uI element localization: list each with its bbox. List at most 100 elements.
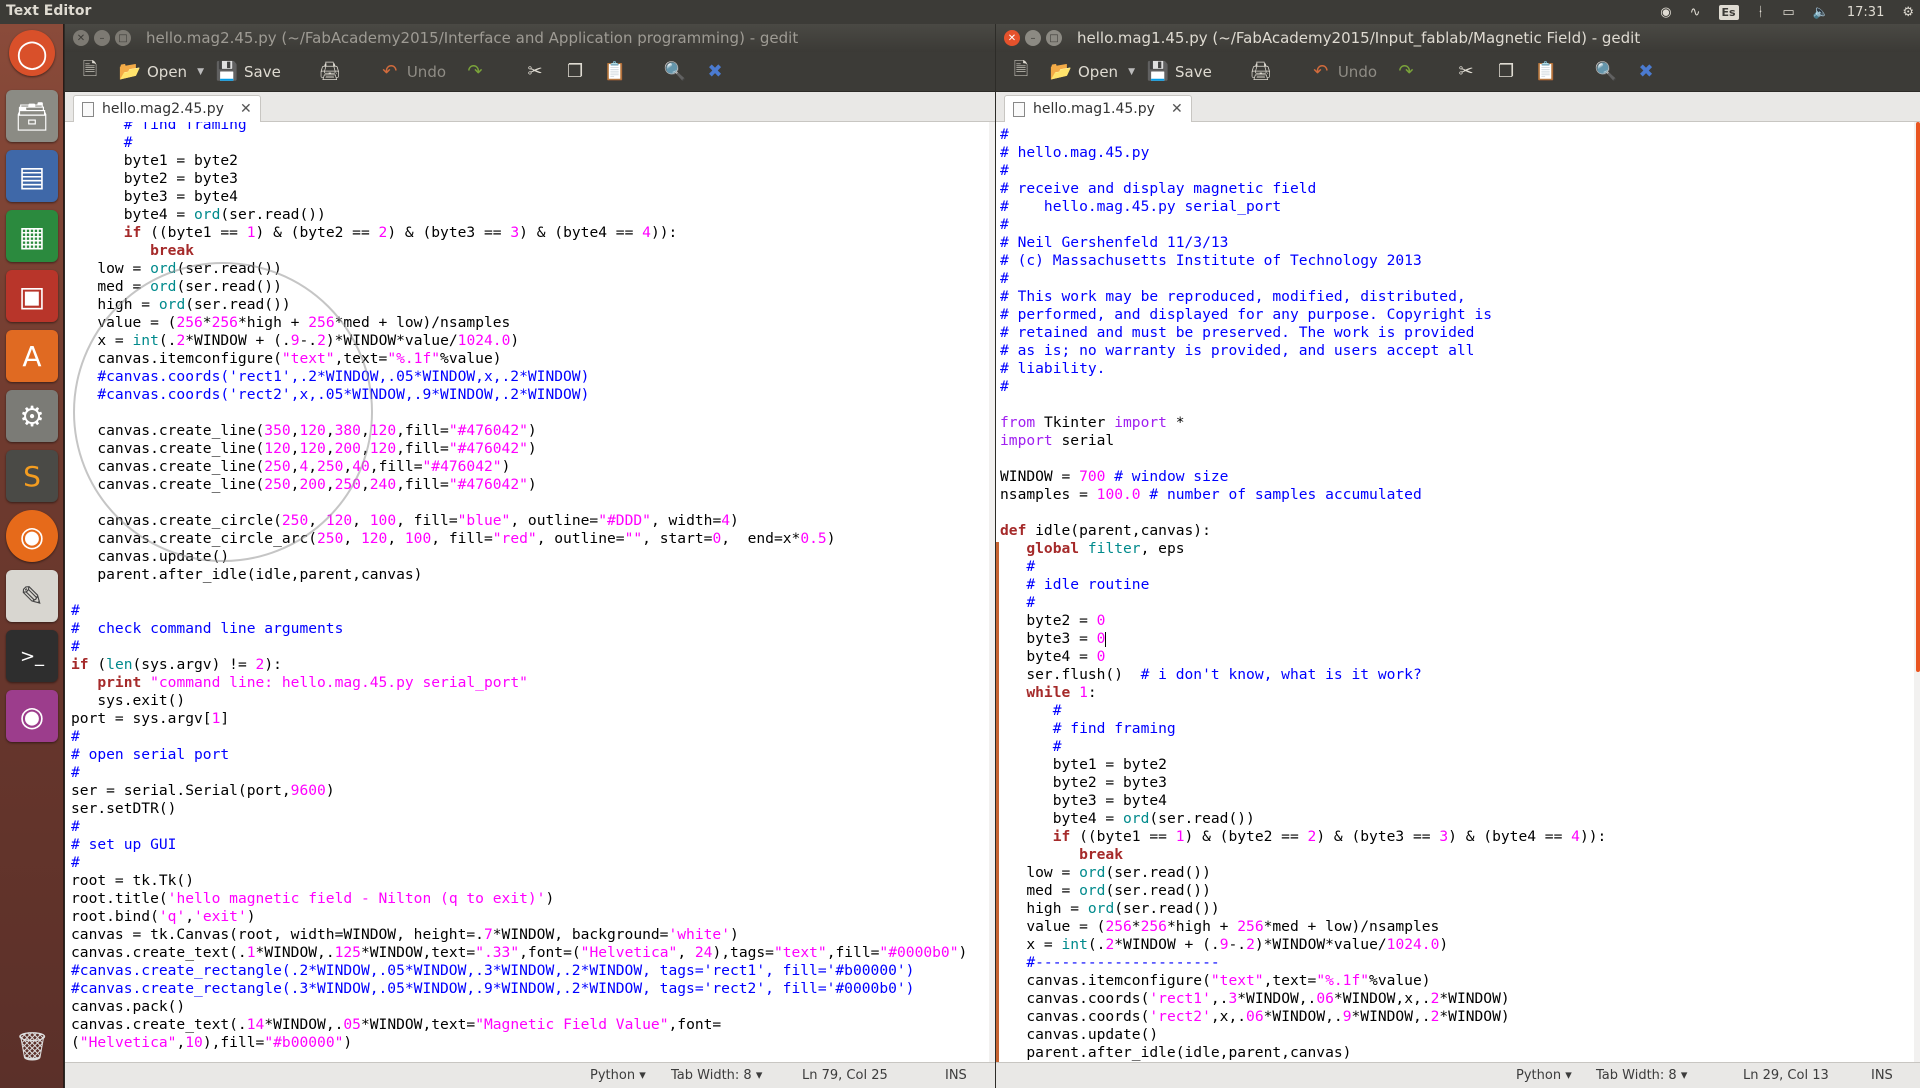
code-line[interactable]: ser = serial.Serial(port,9600) [71,782,967,800]
settings-gear-icon[interactable]: ⚙ [1902,5,1914,20]
code-line[interactable]: # check command line arguments [71,620,967,638]
code-line[interactable]: # set up GUI [71,836,967,854]
ubuntu-dash-icon[interactable]: ◯ [9,30,55,76]
code-line[interactable]: # open serial port [71,746,967,764]
code-line[interactable]: #canvas.create_rectangle(.3*WINDOW,.05*W… [71,980,967,998]
code-line[interactable]: canvas.update() [1000,1026,1606,1044]
software-center-icon[interactable]: A [6,330,58,382]
volume-icon[interactable]: 🔈 [1813,5,1829,20]
code-line[interactable]: # liability. [1000,360,1606,378]
open-dropdown-icon[interactable]: ▼ [197,67,204,77]
battery-icon[interactable]: ▭ [1782,5,1794,20]
code-text[interactable]: # # hello.mag.45.py # # receive and display… [1000,126,1606,1062]
minimize-window-icon[interactable]: – [1025,30,1041,46]
code-line[interactable]: canvas.create_text(.14*WINDOW,.05*WINDOW… [71,1016,967,1034]
code-line[interactable]: #canvas.create_rectangle(.2*WINDOW,.05*W… [71,962,967,980]
redo-button[interactable]: ↷ [458,57,492,87]
code-line[interactable]: x = int(.2*WINDOW + (.9-.2)*WINDOW*value… [71,332,967,350]
code-line[interactable]: # This work may be reproduced, modified,… [1000,288,1606,306]
code-line[interactable]: ser.flush() # i don't know, what is it w… [1000,666,1606,684]
code-line[interactable]: from Tkinter import * [1000,414,1606,432]
code-line[interactable]: byte4 = 0 [1000,648,1606,666]
code-line[interactable]: #canvas.coords('rect1',.2*WINDOW,.05*WIN… [71,368,967,386]
window-titlebar[interactable]: ✕ – □ hello.mag2.45.py (~/FabAcademy2015… [65,24,995,52]
language-selector[interactable]: Python ▾ [590,1068,646,1083]
sublime-text-icon[interactable]: S [6,450,58,502]
tab-width-selector[interactable]: Tab Width: 8 ▾ [1596,1068,1687,1083]
code-line[interactable]: byte2 = 0 [1000,612,1606,630]
code-line[interactable]: # [1000,270,1606,288]
code-line[interactable]: byte2 = byte3 [1000,774,1606,792]
code-line[interactable]: # find framing [71,122,967,134]
code-line[interactable]: nsamples = 100.0 # number of samples acc… [1000,486,1606,504]
code-line[interactable]: # [1000,702,1606,720]
code-line[interactable]: import serial [1000,432,1606,450]
close-window-icon[interactable]: ✕ [1004,30,1020,46]
code-line[interactable]: root.bind('q','exit') [71,908,967,926]
print-button[interactable]: 🖨 [1244,57,1278,87]
paste-button[interactable]: 📋 [1529,57,1563,87]
code-line[interactable]: ("Helvetica",10),fill="#b00000") [71,1034,967,1052]
code-line[interactable] [1000,450,1606,468]
paste-button[interactable]: 📋 [598,57,632,87]
code-line[interactable]: print "command line: hello.mag.45.py ser… [71,674,967,692]
code-line[interactable] [71,494,967,512]
code-line[interactable]: break [71,242,967,260]
code-line[interactable]: # hello.mag.45.py [1000,144,1606,162]
new-document-button[interactable]: 🗎 [73,57,107,87]
replace-button[interactable]: ✖ [698,57,732,87]
code-line[interactable]: byte3 = 0 [1000,630,1606,648]
cut-button[interactable]: ✂ [518,57,552,87]
open-button[interactable]: 📂 Open [113,57,193,87]
keyboard-layout-indicator[interactable]: Es [1718,4,1739,20]
firefox-icon[interactable]: ◉ [6,510,58,562]
clock[interactable]: 17:31 [1847,5,1884,20]
cut-button[interactable]: ✂ [1449,57,1483,87]
print-button[interactable]: 🖨 [313,57,347,87]
code-line[interactable]: # [71,764,967,782]
document-tab[interactable]: hello.mag2.45.py ✕ [73,95,261,122]
code-line[interactable]: # [71,134,967,152]
copy-button[interactable]: ❐ [558,57,592,87]
undo-button[interactable]: ↶ Undo [1304,57,1383,87]
code-line[interactable]: break [1000,846,1606,864]
code-line[interactable]: # idle routine [1000,576,1606,594]
code-line[interactable]: byte1 = byte2 [1000,756,1606,774]
window-titlebar[interactable]: ✕ – □ hello.mag1.45.py (~/FabAcademy2015… [996,24,1920,52]
code-line[interactable]: global filter, eps [1000,540,1606,558]
code-line[interactable]: value = (256*256*high + 256*med + low)/n… [71,314,967,332]
code-line[interactable]: # hello.mag.45.py serial_port [1000,198,1606,216]
code-line[interactable]: med = ord(ser.read()) [1000,882,1606,900]
save-button[interactable]: 💾 Save [210,57,287,87]
document-tab[interactable]: hello.mag1.45.py ✕ [1004,95,1192,122]
copy-button[interactable]: ❐ [1489,57,1523,87]
code-line[interactable]: canvas.itemconfigure("text",text="%.1f"%… [1000,972,1606,990]
code-line[interactable]: # Neil Gershenfeld 11/3/13 [1000,234,1606,252]
code-line[interactable]: value = (256*256*high + 256*med + low)/n… [1000,918,1606,936]
find-button[interactable]: 🔍 [658,57,692,87]
code-line[interactable]: canvas.create_circle_arc(250, 120, 100, … [71,530,967,548]
code-line[interactable]: # [1000,558,1606,576]
code-line[interactable]: # as is; no warranty is provided, and us… [1000,342,1606,360]
code-line[interactable]: root = tk.Tk() [71,872,967,890]
code-line[interactable]: # find framing [1000,720,1606,738]
code-line[interactable]: # [1000,738,1606,756]
code-editor[interactable]: # # hello.mag.45.py # # receive and display… [996,122,1920,1062]
trash-icon[interactable]: 🗑 [6,1020,58,1072]
code-line[interactable]: # performed, and displayed for any purpo… [1000,306,1606,324]
code-line[interactable]: canvas.coords('rect1',.3*WINDOW,.06*WIND… [1000,990,1606,1008]
replace-button[interactable]: ✖ [1629,57,1663,87]
code-line[interactable]: canvas.create_line(250,200,250,240,fill=… [71,476,967,494]
tab-width-selector[interactable]: Tab Width: 8 ▾ [671,1068,762,1083]
open-button[interactable]: 📂 Open [1044,57,1124,87]
code-line[interactable]: parent.after_idle(idle,parent,canvas) [1000,1044,1606,1062]
code-line[interactable]: byte4 = ord(ser.read()) [71,206,967,224]
bluetooth-icon[interactable]: ᚽ [1757,5,1765,20]
code-line[interactable]: # [71,854,967,872]
close-window-icon[interactable]: ✕ [73,30,89,46]
text-editor-icon[interactable]: ✎ [6,570,58,622]
code-line[interactable]: parent.after_idle(idle,parent,canvas) [71,566,967,584]
screen-recorder-icon[interactable]: ◉ [6,690,58,742]
code-line[interactable]: if ((byte1 == 1) & (byte2 == 2) & (byte3… [71,224,967,242]
code-line[interactable]: def idle(parent,canvas): [1000,522,1606,540]
